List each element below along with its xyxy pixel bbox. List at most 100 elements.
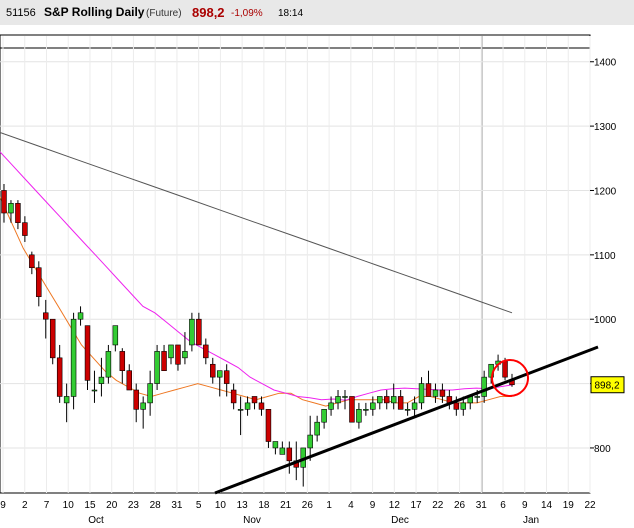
last-update-time: 18:14 [278, 8, 303, 19]
candle-up [356, 409, 362, 423]
x-tick-label: 9 [0, 500, 6, 511]
candle-down [251, 396, 258, 404]
candle-up [314, 421, 320, 436]
x-tick-label: 26 [302, 500, 314, 511]
x-tick-label: 5 [196, 500, 202, 511]
x-tick-label: 31 [171, 500, 183, 511]
x-tick-label: 23 [128, 500, 140, 511]
candle-down [84, 325, 91, 381]
y-tick-label: 800 [594, 444, 611, 455]
candle-up [105, 351, 112, 378]
x-tick-label: 20 [106, 500, 118, 511]
candle-down [258, 402, 265, 410]
candle-down [265, 409, 272, 442]
month-label: Dec [391, 515, 409, 526]
candle-up [182, 351, 188, 359]
candle-up [404, 409, 411, 411]
x-tick-label: 21 [280, 500, 292, 511]
candle-up [390, 396, 397, 404]
candle-down [43, 312, 49, 320]
candle-down [22, 222, 28, 236]
x-tick-label: 22 [584, 500, 596, 511]
x-tick-label: 2 [22, 500, 28, 511]
candle-down [223, 370, 230, 384]
x-tick-label: 12 [389, 500, 401, 511]
x-tick-label: 19 [563, 500, 575, 511]
candle-up [328, 402, 334, 410]
candle-down [126, 370, 132, 391]
x-tick-label: 13 [237, 500, 249, 511]
candle-up [8, 203, 14, 214]
x-tick-label: 9 [370, 500, 376, 511]
candle-down [203, 344, 209, 359]
candle-up [370, 402, 376, 410]
candle-up [272, 441, 279, 449]
y-tick-label: 1300 [594, 122, 617, 133]
month-label: Nov [243, 515, 261, 526]
candle-up [363, 409, 369, 411]
symbol-name: S&P Rolling Daily [44, 5, 145, 19]
price-tag-label: 898,2 [594, 381, 619, 392]
candle-up [307, 434, 313, 449]
candle-down [230, 389, 237, 404]
candle-down [210, 363, 216, 378]
candle-up [244, 402, 251, 410]
candle-up [237, 409, 244, 411]
y-tick-label: 1100 [594, 251, 616, 262]
candle-up [140, 402, 146, 410]
candle-down [196, 318, 202, 346]
candle-up [474, 396, 480, 398]
candle-up [63, 396, 70, 404]
x-tick-label: 22 [432, 500, 444, 511]
candle-down [29, 254, 35, 269]
candle-up [154, 351, 160, 384]
x-tick-label: 7 [44, 500, 50, 511]
candle-up [321, 409, 327, 423]
x-tick-label: 10 [215, 500, 227, 511]
candle-down [397, 396, 404, 410]
candle-down [502, 360, 508, 378]
x-tick-label: 26 [454, 500, 466, 511]
candle-down [15, 203, 21, 223]
candle-up [77, 312, 84, 320]
candle-up [70, 318, 77, 397]
last-price: 898,2 [192, 5, 225, 20]
symbol-code: 51156 [6, 7, 36, 19]
candle-up [279, 447, 286, 455]
x-tick-label: 6 [500, 500, 506, 511]
candle-down [175, 344, 181, 365]
x-tick-label: 9 [522, 500, 528, 511]
candle-down [1, 190, 7, 214]
y-tick-label: 1000 [594, 315, 617, 326]
candle-down [286, 447, 293, 462]
candle-down [133, 389, 139, 410]
candle-up [481, 376, 487, 397]
candle-up [432, 389, 439, 397]
candle-down [384, 396, 390, 404]
candle-down [439, 389, 446, 397]
x-tick-label: 10 [63, 500, 75, 511]
candle-up [418, 383, 425, 404]
candle-up [147, 383, 153, 404]
candle-up [98, 376, 105, 384]
candle-down [119, 351, 126, 372]
candle-down [49, 318, 56, 359]
price-change: -1,09% [231, 8, 263, 19]
candle-up [168, 344, 174, 359]
stock-chart: 51156 S&P Rolling Daily (Future) 898,2 -… [0, 0, 634, 528]
x-tick-label: 18 [258, 500, 270, 511]
x-tick-label: 1 [326, 500, 332, 511]
candle-up [91, 389, 98, 392]
candle-up [460, 402, 467, 410]
candle-up [377, 396, 383, 404]
x-tick-label: 14 [541, 500, 553, 511]
x-tick-label: 31 [476, 500, 488, 511]
candle-up [112, 325, 119, 346]
candle-up [335, 396, 341, 404]
candle-down [425, 383, 432, 397]
month-label: Jan [523, 515, 539, 526]
y-tick-label: 1200 [594, 186, 617, 197]
month-label: Oct [88, 515, 104, 526]
candle-down [161, 351, 167, 372]
plot-frame [0, 34, 591, 494]
